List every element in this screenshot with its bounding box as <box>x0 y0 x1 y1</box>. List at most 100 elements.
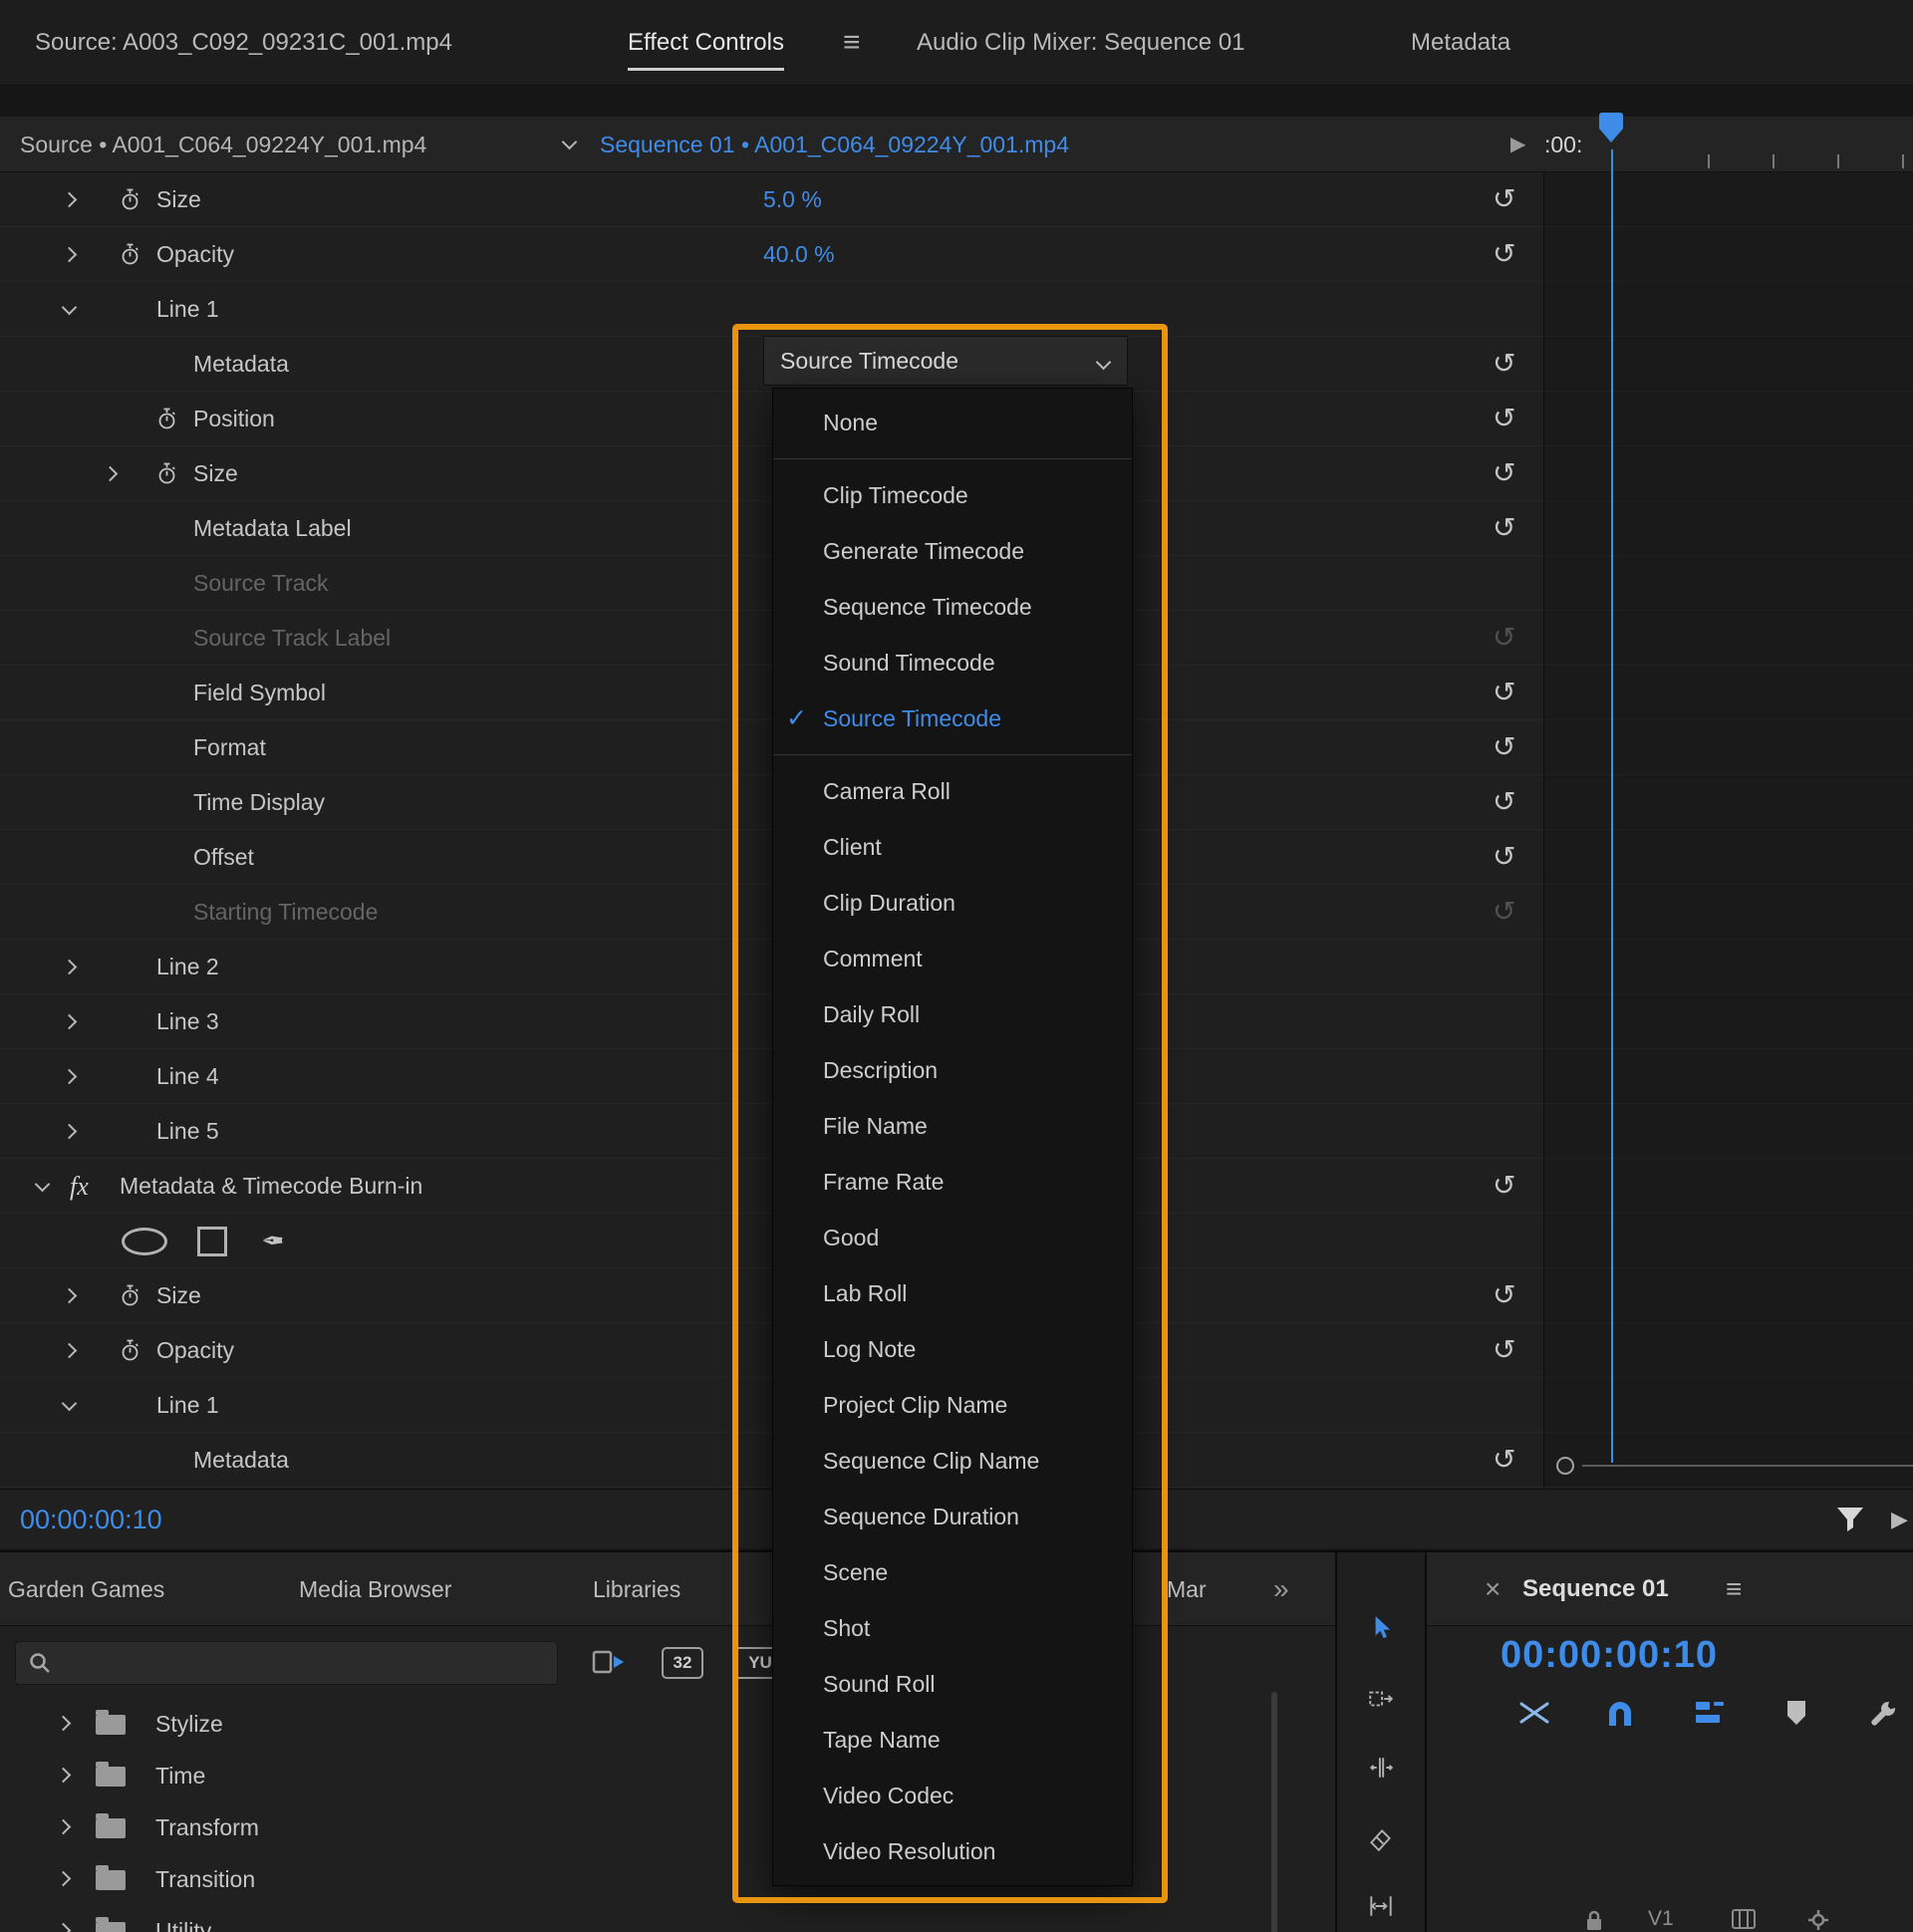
tab-audio-clip-mixer-sequence-01[interactable]: Audio Clip Mixer: Sequence 01 <box>917 0 1245 86</box>
slip-tool[interactable] <box>1367 1892 1395 1920</box>
current-timecode[interactable]: 00:00:00:10 <box>20 1490 162 1549</box>
razor-tool[interactable] <box>1367 1825 1395 1853</box>
expand-chevron-icon[interactable] <box>61 299 78 316</box>
property-value[interactable]: 5.0 % <box>763 172 822 227</box>
ripple-edit-tool[interactable] <box>1367 1754 1395 1782</box>
expand-chevron-icon[interactable] <box>55 1818 72 1835</box>
expand-chevron-icon[interactable] <box>55 1870 72 1887</box>
rectangle-mask-icon[interactable] <box>197 1227 227 1256</box>
metadata-source-dropdown[interactable]: Source Timecode <box>763 336 1128 386</box>
reset-parameter-icon[interactable]: ↺ <box>1493 392 1515 444</box>
reset-parameter-icon[interactable]: ↺ <box>1493 446 1515 499</box>
expand-chevron-icon[interactable] <box>61 1123 78 1140</box>
sequence-title[interactable]: Sequence 01 <box>1522 1552 1669 1626</box>
menu-item-frame-rate[interactable]: Frame Rate <box>773 1154 1132 1210</box>
badge-32-icon[interactable]: 32 <box>662 1647 703 1679</box>
stopwatch-icon[interactable] <box>120 1339 140 1367</box>
expand-chevron-icon[interactable] <box>102 465 119 482</box>
lock-icon[interactable] <box>1584 1909 1604 1932</box>
expand-chevron-icon[interactable] <box>61 191 78 208</box>
tab-overflow-icon[interactable]: » <box>1273 1552 1289 1626</box>
expand-chevron-icon[interactable] <box>55 1715 72 1732</box>
reset-parameter-icon[interactable]: ↺ <box>1493 666 1515 718</box>
expand-chevron-icon[interactable] <box>61 246 78 263</box>
menu-item-lab-roll[interactable]: Lab Roll <box>773 1265 1132 1321</box>
selection-tool[interactable] <box>1367 1614 1395 1642</box>
panel-menu-icon[interactable]: ≡ <box>843 0 861 86</box>
reset-parameter-icon[interactable]: ↺ <box>1493 830 1515 883</box>
expand-chevron-icon[interactable] <box>61 959 78 975</box>
menu-item-shot[interactable]: Shot <box>773 1600 1132 1656</box>
reset-parameter-icon[interactable]: ↺ <box>1493 1159 1515 1212</box>
stopwatch-icon[interactable] <box>120 243 140 271</box>
film-icon[interactable] <box>1732 1909 1756 1932</box>
expand-chevron-icon[interactable] <box>61 1342 78 1359</box>
close-icon[interactable]: × <box>1485 1552 1501 1626</box>
menu-item-sound-roll[interactable]: Sound Roll <box>773 1656 1132 1712</box>
ellipse-mask-icon[interactable] <box>122 1228 167 1255</box>
menu-item-sequence-duration[interactable]: Sequence Duration <box>773 1489 1132 1544</box>
reset-parameter-icon[interactable]: ↺ <box>1493 775 1515 828</box>
expand-chevron-icon[interactable] <box>61 1287 78 1304</box>
bin-row-utility[interactable]: Utility <box>0 1905 1265 1932</box>
reset-parameter-icon[interactable]: ↺ <box>1493 1268 1515 1321</box>
track-select-forward-tool[interactable] <box>1367 1685 1395 1713</box>
menu-item-tape-name[interactable]: Tape Name <box>773 1712 1132 1768</box>
menu-item-generate-timecode[interactable]: Generate Timecode <box>773 523 1132 579</box>
menu-item-scene[interactable]: Scene <box>773 1544 1132 1600</box>
track-v1-label[interactable]: V1 <box>1648 1907 1674 1931</box>
menu-item-clip-duration[interactable]: Clip Duration <box>773 875 1132 931</box>
menu-item-client[interactable]: Client <box>773 819 1132 875</box>
reset-parameter-icon[interactable]: ↺ <box>1493 1433 1515 1486</box>
tab-metadata[interactable]: Metadata <box>1411 0 1510 86</box>
add-marker-icon[interactable] <box>1785 1699 1807 1732</box>
zoom-scrollbar-track[interactable] <box>1582 1465 1913 1467</box>
stopwatch-icon[interactable] <box>156 408 177 435</box>
bin-list-scrollbar[interactable] <box>1271 1692 1277 1932</box>
tab-source-a003-c092-09231c-001-mp4[interactable]: Source: A003_C092_09231C_001.mp4 <box>35 0 452 86</box>
stopwatch-icon[interactable] <box>120 188 140 216</box>
timeline-display-settings-icon[interactable] <box>1694 1699 1728 1732</box>
stopwatch-icon[interactable] <box>120 1284 140 1312</box>
menu-item-file-name[interactable]: File Name <box>773 1098 1132 1154</box>
expand-chevron-icon[interactable] <box>61 1068 78 1085</box>
linked-selection-icon[interactable] <box>1516 1699 1552 1732</box>
play-icon[interactable]: ▶ <box>1891 1490 1908 1549</box>
reset-parameter-icon[interactable]: ↺ <box>1493 172 1515 225</box>
search-input[interactable] <box>60 1644 548 1682</box>
menu-item-daily-roll[interactable]: Daily Roll <box>773 986 1132 1042</box>
filter-icon[interactable] <box>1835 1506 1865 1538</box>
menu-item-clip-timecode[interactable]: Clip Timecode <box>773 467 1132 523</box>
zoom-scrollbar-knob[interactable] <box>1556 1457 1574 1475</box>
menu-item-camera-roll[interactable]: Camera Roll <box>773 763 1132 819</box>
tab-mar[interactable]: Mar <box>1167 1552 1207 1626</box>
menu-item-video-codec[interactable]: Video Codec <box>773 1768 1132 1823</box>
menu-item-sequence-clip-name[interactable]: Sequence Clip Name <box>773 1433 1132 1489</box>
sequence-timecode[interactable]: 00:00:00:10 <box>1501 1634 1718 1677</box>
settings-wrench-icon[interactable] <box>1868 1699 1898 1734</box>
menu-item-none[interactable]: None <box>773 395 1132 450</box>
menu-item-log-note[interactable]: Log Note <box>773 1321 1132 1377</box>
reset-parameter-icon[interactable]: ↺ <box>1493 227 1515 280</box>
expand-chevron-icon[interactable] <box>34 1176 51 1193</box>
chevron-down-icon[interactable] <box>561 134 578 150</box>
tab-media-browser[interactable]: Media Browser <box>299 1552 451 1626</box>
gear-icon[interactable] <box>1807 1909 1829 1932</box>
tab-garden-games[interactable]: Garden Games <box>8 1552 164 1626</box>
reset-parameter-icon[interactable]: ↺ <box>1493 720 1515 773</box>
menu-item-video-resolution[interactable]: Video Resolution <box>773 1823 1132 1879</box>
reset-parameter-icon[interactable]: ↺ <box>1493 337 1515 390</box>
play-icon[interactable]: ▶ <box>1510 117 1525 172</box>
reset-parameter-icon[interactable]: ↺ <box>1493 501 1515 554</box>
menu-item-source-timecode[interactable]: ✓ Source Timecode <box>773 690 1132 746</box>
snap-magnet-icon[interactable] <box>1605 1699 1635 1732</box>
menu-item-good[interactable]: Good <box>773 1210 1132 1265</box>
playhead-marker[interactable] <box>1597 112 1625 152</box>
ingest-settings-icon[interactable] <box>592 1647 626 1682</box>
pen-mask-icon[interactable]: ✒ <box>261 1214 284 1268</box>
menu-item-description[interactable]: Description <box>773 1042 1132 1098</box>
menu-item-sound-timecode[interactable]: Sound Timecode <box>773 635 1132 690</box>
reset-parameter-icon[interactable]: ↺ <box>1493 1323 1515 1376</box>
menu-item-project-clip-name[interactable]: Project Clip Name <box>773 1377 1132 1433</box>
expand-chevron-icon[interactable] <box>61 1395 78 1412</box>
